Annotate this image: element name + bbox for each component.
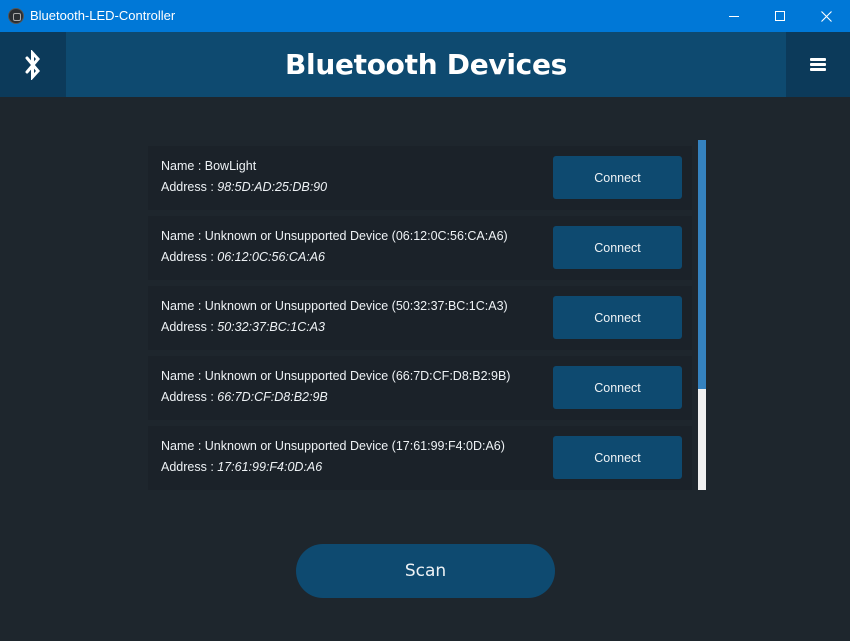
device-list: Name : BowLight Address : 98:5D:AD:25:DB:…: [148, 146, 692, 496]
device-name: Name : BowLight: [161, 159, 257, 173]
connect-button[interactable]: Connect: [553, 436, 682, 479]
device-name: Name : Unknown or Unsupported Device (17…: [161, 439, 505, 453]
bluetooth-icon: [25, 49, 40, 80]
address-value: 50:32:37:BC:1C:A3: [217, 320, 325, 334]
scan-button[interactable]: Scan: [296, 544, 555, 598]
hamburger-menu-icon: [810, 58, 826, 71]
device-list-item: Name : Unknown or Unsupported Device (50…: [148, 286, 692, 350]
device-address: Address : 98:5D:AD:25:DB:90: [161, 180, 327, 194]
address-label: Address :: [161, 390, 218, 404]
menu-button[interactable]: [786, 32, 850, 97]
minimize-button[interactable]: [711, 0, 757, 32]
address-value: 66:7D:CF:D8:B2:9B: [217, 390, 328, 404]
device-name: Name : Unknown or Unsupported Device (50…: [161, 299, 508, 313]
device-name: Name : Unknown or Unsupported Device (06…: [161, 229, 508, 243]
address-value: 06:12:0C:56:CA:A6: [217, 250, 325, 264]
device-address: Address : 17:61:99:F4:0D:A6: [161, 460, 322, 474]
address-label: Address :: [161, 180, 218, 194]
device-list-scrollbar[interactable]: [698, 140, 706, 490]
device-list-item: Name : Unknown or Unsupported Device (17…: [148, 426, 692, 490]
page-title: Bluetooth Devices: [284, 48, 568, 81]
address-value: 98:5D:AD:25:DB:90: [217, 180, 328, 194]
minimize-icon: [729, 15, 739, 17]
scrollbar-thumb[interactable]: [698, 140, 706, 389]
connect-button[interactable]: Connect: [553, 296, 682, 339]
app-icon: [8, 8, 24, 24]
connect-button[interactable]: Connect: [553, 156, 682, 199]
device-list-item: Name : Unknown or Unsupported Device (66…: [148, 356, 692, 420]
address-label: Address :: [161, 320, 218, 334]
connect-button[interactable]: Connect: [553, 366, 682, 409]
bluetooth-button[interactable]: [0, 32, 66, 97]
device-address: Address : 06:12:0C:56:CA:A6: [161, 250, 325, 264]
close-icon: [820, 10, 832, 22]
app-header: Bluetooth Devices: [0, 32, 850, 97]
device-list-item: Name : Unknown or Unsupported Device (06…: [148, 216, 692, 280]
address-label: Address :: [161, 460, 218, 474]
close-button[interactable]: [803, 0, 849, 32]
device-address: Address : 66:7D:CF:D8:B2:9B: [161, 390, 328, 404]
maximize-button[interactable]: [757, 0, 803, 32]
window-title: Bluetooth-LED-Controller: [30, 8, 176, 23]
device-address: Address : 50:32:37:BC:1C:A3: [161, 320, 325, 334]
device-name: Name : Unknown or Unsupported Device (66…: [161, 369, 511, 383]
window-titlebar: Bluetooth-LED-Controller: [0, 0, 850, 32]
address-value: 17:61:99:F4:0D:A6: [217, 460, 323, 474]
maximize-icon: [775, 11, 785, 21]
connect-button[interactable]: Connect: [553, 226, 682, 269]
device-list-item: Name : BowLight Address : 98:5D:AD:25:DB:…: [148, 146, 692, 210]
address-label: Address :: [161, 250, 218, 264]
